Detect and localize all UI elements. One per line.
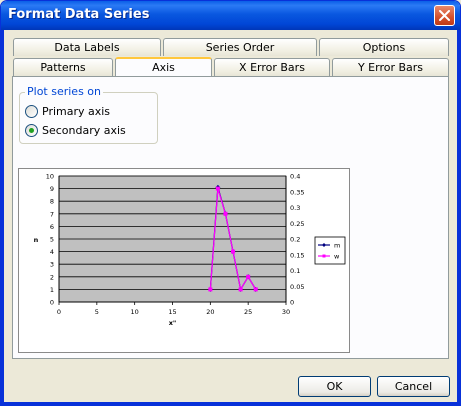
y-axis-title: n (34, 236, 39, 244)
tab-y-error-bars[interactable]: Y Error Bars (332, 58, 449, 76)
x-tick-label: 25 (244, 308, 252, 316)
y-tick-label-secondary: 0.3 (290, 204, 300, 212)
tab-series-order[interactable]: Series Order (163, 38, 317, 56)
axis-tab-panel: Plot series on Primary axis Secondary ax… (12, 76, 449, 359)
chart-preview: 0 1 2 3 4 5 6 7 8 9 10 0 0.05 0.1 0.15 0.2 0.25 0.3 0.35 0.… (18, 168, 350, 353)
x-tick-label: 0 (57, 308, 61, 316)
frame-left (1, 30, 4, 405)
x-tick-label: 5 (95, 308, 99, 316)
preview-chart: 0 1 2 3 4 5 6 7 8 9 10 0 0.05 0.1 0.15 0.2 0.25 0.3 0.35 0.… (34, 173, 346, 327)
y-tick-label-primary: 4 (50, 248, 54, 256)
y-tick-label-secondary: 0.05 (290, 283, 304, 291)
y-tick-label-primary: 7 (50, 210, 54, 218)
series-point-w (215, 186, 220, 191)
ok-button[interactable]: OK (298, 376, 371, 397)
x-tick-label: 30 (282, 308, 290, 316)
y-tick-label-secondary: 0.1 (290, 267, 300, 275)
legend-label-w: w (334, 253, 340, 261)
y-tick-label-primary: 9 (50, 185, 54, 193)
primary-axis-label[interactable]: Primary axis (42, 105, 110, 118)
series-point-w (223, 211, 228, 216)
y-tick-label-primary: 2 (50, 273, 54, 281)
primary-axis-radio[interactable] (25, 104, 38, 118)
y-tick-label-primary: 5 (50, 236, 54, 244)
frame-right (457, 30, 460, 405)
series-point-w (253, 287, 258, 292)
tab-data-labels[interactable]: Data Labels (13, 38, 161, 56)
y-tick-label-secondary: 0.2 (290, 236, 300, 244)
x-tick-label: 20 (206, 308, 214, 316)
y-tick-label-secondary: 0.35 (290, 188, 304, 196)
tab-axis[interactable]: Axis (115, 57, 212, 76)
y-tick-label-primary: 10 (46, 173, 54, 181)
title-bar[interactable]: Format Data Series (1, 1, 460, 30)
tab-options[interactable]: Options (319, 38, 449, 56)
tab-x-error-bars[interactable]: X Error Bars (214, 58, 330, 76)
series-point-w (246, 274, 251, 279)
y-tick-label-primary: 1 (50, 286, 54, 294)
y-tick-label-secondary: 0.15 (290, 251, 304, 259)
close-icon (439, 10, 450, 21)
legend-marker-w (322, 254, 326, 258)
format-data-series-dialog: Format Data Series Data Labels Series Or… (0, 0, 461, 406)
y-tick-label-primary: 0 (50, 299, 54, 307)
x-tick-label: 15 (168, 308, 176, 316)
series-point-w (238, 287, 243, 292)
x-axis-title: x" (169, 319, 177, 327)
x-tick-label: 10 (131, 308, 139, 316)
y-tick-label-secondary: 0.25 (290, 220, 304, 228)
tab-patterns[interactable]: Patterns (13, 58, 113, 76)
y-tick-label-secondary: 0 (290, 299, 294, 307)
cancel-button[interactable]: Cancel (377, 376, 450, 397)
close-button[interactable] (434, 5, 455, 26)
secondary-axis-label[interactable]: Secondary axis (42, 124, 126, 137)
dialog-title: Format Data Series (8, 7, 150, 22)
y-tick-label-secondary: 0.4 (290, 173, 300, 181)
legend-label-m: m (334, 242, 340, 250)
secondary-axis-option[interactable]: Secondary axis (25, 122, 126, 138)
primary-axis-option[interactable]: Primary axis (25, 103, 110, 119)
plot-series-on-group: Plot series on Primary axis Secondary ax… (19, 85, 158, 144)
series-point-w (208, 287, 213, 292)
legend (314, 236, 346, 265)
y-tick-label-primary: 6 (50, 223, 54, 231)
series-point-w (231, 249, 236, 254)
y-tick-label-primary: 3 (50, 261, 54, 269)
secondary-axis-radio[interactable] (25, 123, 38, 137)
plot-series-on-label: Plot series on (25, 85, 104, 98)
frame-bottom (1, 402, 460, 405)
y-tick-label-primary: 8 (50, 198, 54, 206)
